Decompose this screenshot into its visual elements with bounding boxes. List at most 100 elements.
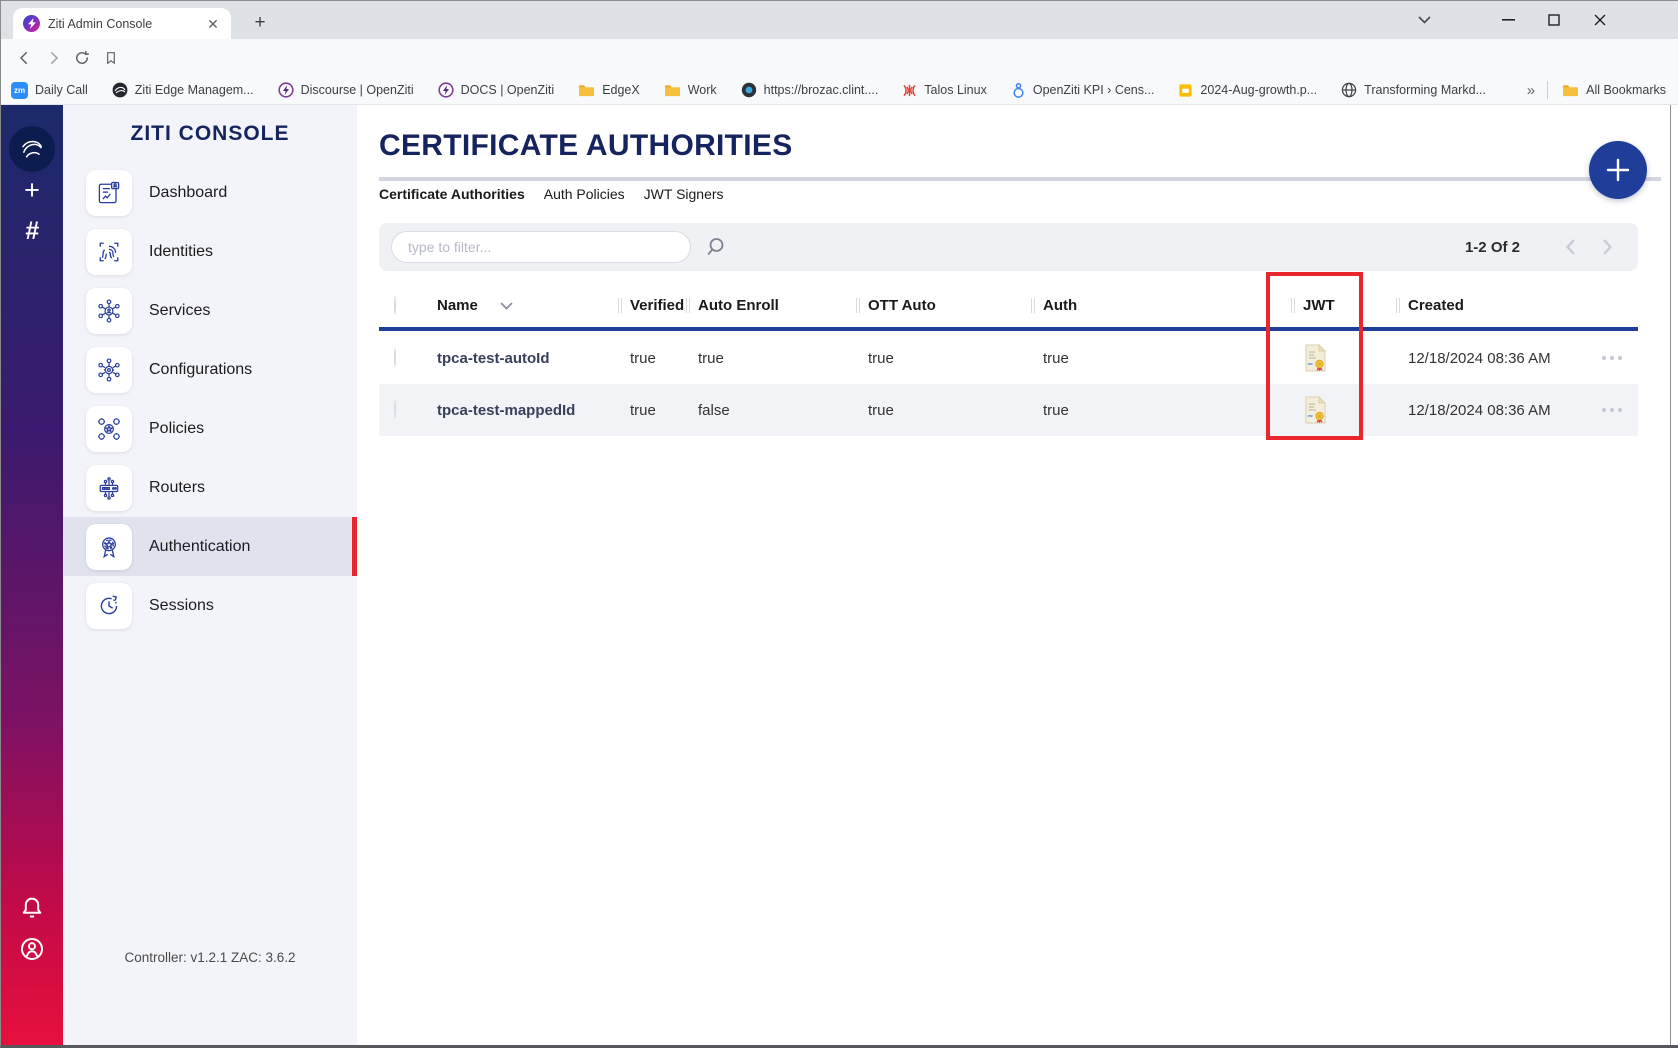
bookmark-openziti-kpi[interactable]: OpenZiti KPI › Cens...	[1011, 82, 1155, 98]
scrollbar-edge[interactable]	[1670, 105, 1671, 1048]
ziti-logo-icon[interactable]	[9, 126, 55, 172]
ca-created: 12/18/2024 08:36 AM	[1396, 350, 1586, 367]
slides-icon	[1178, 83, 1193, 98]
table-row[interactable]: tpca-test-mappedId true false true true	[379, 384, 1638, 436]
dashboard-icon	[86, 170, 132, 216]
bookmark-2024-aug-growth[interactable]: 2024-Aug-growth.p...	[1178, 83, 1317, 98]
table-header: Name Verified Auto Enroll OTT Auto Auth …	[379, 284, 1638, 327]
site-favicon-icon	[741, 82, 757, 98]
globe-icon	[1341, 82, 1357, 98]
bookmarks-overflow-icon[interactable]: »	[1527, 82, 1533, 99]
tab-close-icon[interactable]: ✕	[205, 16, 221, 32]
add-icon[interactable]: +	[1, 175, 63, 206]
filter-input[interactable]	[391, 231, 691, 263]
bookmarks-bar: zm Daily Call Ziti Edge Managem... Disco…	[1, 76, 1678, 105]
bookmark-folder-work[interactable]: Work	[664, 83, 717, 97]
bookmarks-right-cluster: » All Bookmarks	[1527, 76, 1666, 104]
router-icon	[86, 465, 132, 511]
sidebar-item-authentication[interactable]: Authentication	[63, 517, 357, 576]
sidebar-item-configurations[interactable]: Configurations	[63, 340, 357, 399]
fingerprint-icon	[86, 229, 132, 275]
folder-icon	[578, 83, 595, 97]
minimize-button[interactable]	[1493, 7, 1523, 33]
back-icon[interactable]	[11, 45, 37, 71]
tab-certificate-authorities[interactable]: Certificate Authorities	[379, 186, 525, 202]
select-all-checkbox[interactable]	[394, 296, 396, 315]
browser-tab-strip: Ziti Admin Console ✕ +	[1, 1, 1678, 39]
row-actions-menu-icon[interactable]	[1586, 408, 1638, 412]
tab-search-icon[interactable]	[1409, 7, 1439, 33]
bookmark-transforming-markdown[interactable]: Transforming Markd...	[1341, 82, 1486, 98]
column-separator	[856, 298, 860, 313]
ca-verified: true	[618, 350, 686, 367]
sort-chevron-icon[interactable]	[500, 302, 513, 310]
row-checkbox[interactable]	[394, 348, 396, 367]
plus-icon	[1605, 157, 1631, 183]
clock-icon	[86, 583, 132, 629]
sidebar-item-routers[interactable]: Routers	[63, 458, 357, 517]
row-checkbox[interactable]	[394, 400, 396, 419]
zoom-icon: zm	[11, 82, 28, 99]
bookmark-discourse-openziti[interactable]: Discourse | OpenZiti	[278, 82, 414, 98]
header-divider	[379, 327, 1638, 331]
table-row[interactable]: tpca-test-autoId true true true true	[379, 332, 1638, 384]
award-badge-icon	[86, 524, 132, 570]
sidebar-item-dashboard[interactable]: Dashboard	[63, 163, 357, 222]
column-header-auto-enroll[interactable]: Auto Enroll	[686, 297, 856, 314]
ca-name: tpca-test-autoId	[431, 350, 618, 367]
bookmark-flag-icon[interactable]	[98, 45, 124, 71]
column-header-ott-auto[interactable]: OTT Auto	[856, 297, 1031, 314]
page-next-icon[interactable]	[1589, 238, 1626, 256]
sidebar-item-services[interactable]: Services	[63, 281, 357, 340]
talos-icon	[902, 83, 917, 98]
bookmark-daily-call[interactable]: zm Daily Call	[11, 82, 88, 99]
bookmark-talos-linux[interactable]: Talos Linux	[902, 83, 987, 98]
sidebar-item-identities[interactable]: Identities	[63, 222, 357, 281]
tab-jwt-signers[interactable]: JWT Signers	[644, 186, 724, 202]
openziti-bolt-icon	[438, 82, 454, 98]
page-previous-icon[interactable]	[1552, 238, 1589, 256]
profile-person-icon[interactable]	[18, 935, 46, 963]
console-title: ZITI CONSOLE	[63, 122, 357, 146]
sidebar-nav: Dashboard Identities	[63, 163, 357, 635]
column-header-auth[interactable]: Auth	[1031, 297, 1291, 314]
sidebar-item-sessions[interactable]: Sessions	[63, 576, 357, 635]
close-window-button[interactable]	[1585, 7, 1615, 33]
new-tab-button[interactable]: +	[247, 10, 273, 36]
sidebar-item-policies[interactable]: Policies	[63, 399, 357, 458]
column-header-created[interactable]: Created	[1396, 297, 1586, 314]
column-header-verified[interactable]: Verified	[618, 297, 686, 314]
ca-ott-auto: true	[856, 350, 1031, 367]
reload-icon[interactable]	[69, 45, 95, 71]
folder-icon	[664, 83, 681, 97]
tab-auth-policies[interactable]: Auth Policies	[544, 186, 625, 202]
hash-icon[interactable]: #	[1, 217, 63, 246]
bookmark-docs-openziti[interactable]: DOCS | OpenZiti	[438, 82, 555, 98]
search-icon[interactable]	[703, 235, 727, 259]
notifications-bell-icon[interactable]	[18, 894, 46, 922]
ziti-console-app: + # ZITI CONSOLE	[1, 105, 1678, 1048]
browser-toolbar: https://ctrl.cdaws.clint.demo.openziti.o…	[1, 39, 1678, 76]
forward-icon[interactable]	[41, 45, 67, 71]
network-hub-icon	[86, 288, 132, 334]
jwt-column-annotation-box	[1266, 272, 1363, 440]
ca-name: tpca-test-mappedId	[431, 402, 618, 419]
main-content: CERTIFICATE AUTHORITIES Certificate Auth…	[357, 105, 1678, 1048]
browser-tab[interactable]: Ziti Admin Console ✕	[13, 8, 231, 39]
pagination-label: 1-2 Of 2	[1465, 239, 1520, 256]
bookmark-ziti-edge[interactable]: Ziti Edge Managem...	[112, 82, 254, 98]
add-certificate-authority-button[interactable]	[1589, 141, 1647, 199]
column-separator	[686, 298, 690, 313]
ca-auth: true	[1031, 350, 1291, 367]
all-bookmarks-button[interactable]: All Bookmarks	[1562, 83, 1666, 97]
ziti-globe-icon	[112, 82, 128, 98]
bookmark-brozac[interactable]: https://brozac.clint....	[741, 82, 879, 98]
maximize-button[interactable]	[1539, 7, 1569, 33]
ca-auto-enroll: false	[686, 402, 856, 419]
sidebar: ZITI CONSOLE Dashboard	[63, 105, 357, 1048]
gears-star-icon	[86, 406, 132, 452]
row-actions-menu-icon[interactable]	[1586, 356, 1638, 360]
bookmark-folder-edgex[interactable]: EdgeX	[578, 83, 640, 97]
bookmarks-divider	[1547, 81, 1548, 99]
column-header-name[interactable]: Name	[431, 297, 618, 314]
